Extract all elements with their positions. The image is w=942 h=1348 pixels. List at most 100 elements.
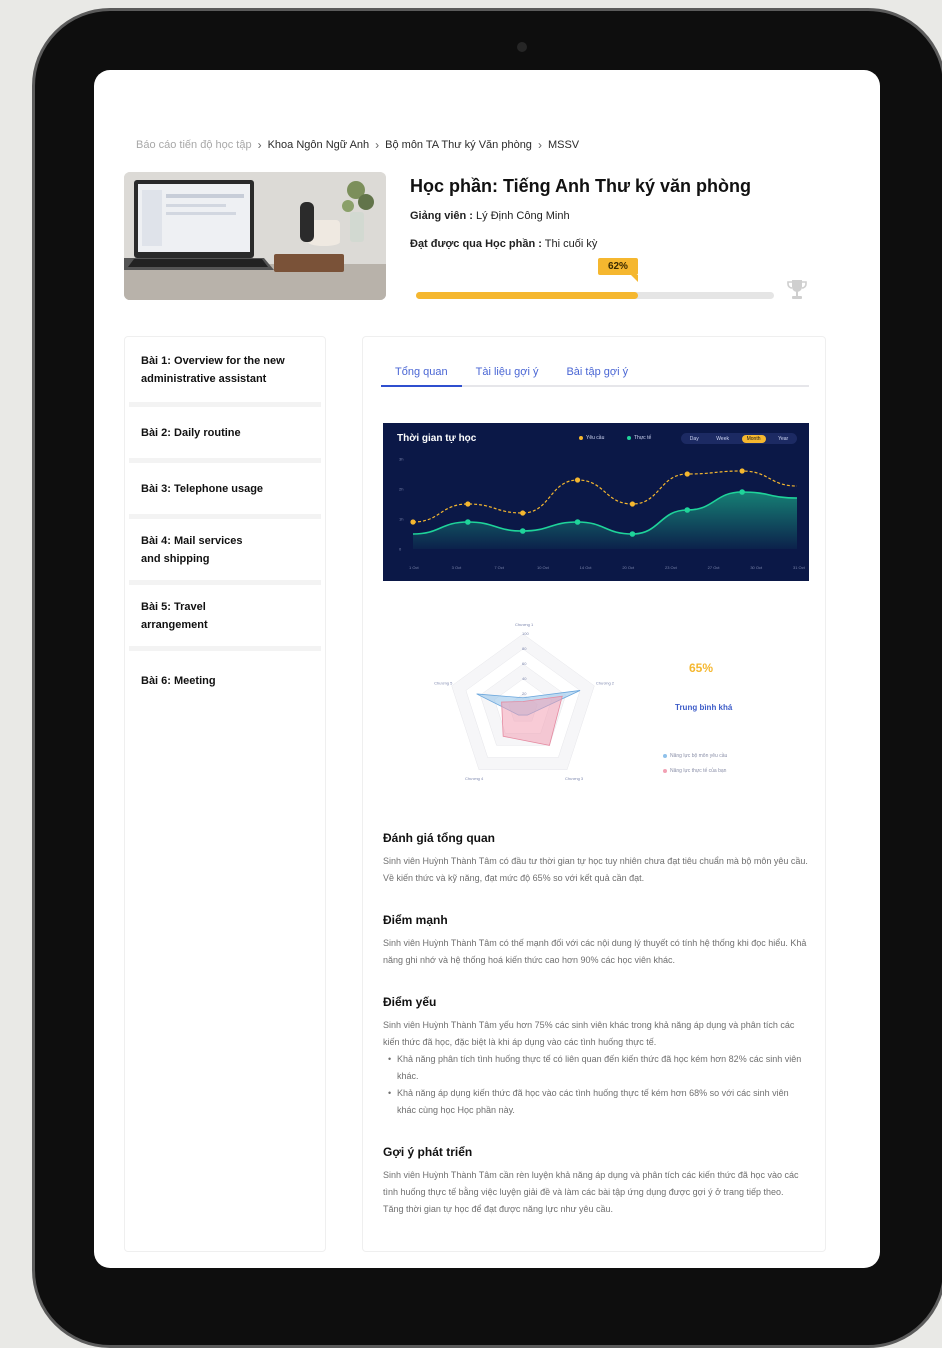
actual-area [413, 492, 797, 549]
lesson-label: Bài 5: Travel arrangement [141, 600, 208, 631]
achieve-label: Đạt được qua Học phần : [410, 238, 542, 250]
camera-dot [517, 42, 527, 52]
legend-label: Năng lực thực tế của bạn [670, 768, 727, 774]
x-tick-label: 14 Oct [580, 565, 593, 570]
legend-dot [663, 769, 667, 773]
radar-tick-label: 20 [522, 691, 527, 696]
tab-overview[interactable]: Tổng quan [381, 363, 462, 387]
lesson-item-4[interactable]: Bài 4: Mail services and shipping [129, 519, 321, 585]
y-tick-label: 3h [399, 457, 403, 462]
x-tick-label: 30 Oct [750, 565, 763, 570]
radar-axis-label: Chương 1 [515, 622, 534, 627]
required-point [629, 501, 636, 507]
required-point [574, 477, 581, 483]
radar-tick-label: 40 [522, 676, 527, 681]
radar-legend-required: Năng lực bộ môn yêu cầu [663, 753, 727, 759]
gauge-percent: 65% [689, 661, 714, 675]
achieve-row: Đạt được qua Học phần : Thi cuối kỳ [410, 238, 597, 250]
required-point [410, 519, 416, 525]
y-tick-label: 1h [399, 517, 403, 522]
required-point [520, 510, 526, 516]
chevron-right-icon: › [537, 138, 542, 152]
suggest-section: Sinh viên Huỳnh Thành Tâm cần rèn luyện … [383, 1167, 809, 1218]
radar-axis-label: Chương 5 [434, 681, 453, 686]
overview-body: Sinh viên Huỳnh Thành Tâm có đầu tư thời… [383, 856, 808, 883]
lesson-item-3[interactable]: Bài 3: Telephone usage [129, 463, 321, 519]
x-tick-label: 1 Oct [409, 565, 419, 570]
lecturer-name: Lý Định Công Minh [476, 210, 570, 222]
required-point [739, 468, 745, 474]
chevron-right-icon: › [375, 138, 380, 152]
breadcrumb-item[interactable]: MSSV [548, 139, 579, 151]
chevron-right-icon: › [257, 138, 262, 152]
lesson-item-2[interactable]: Bài 2: Daily routine [129, 407, 321, 463]
progress-fill [416, 292, 638, 299]
study-time-chart: Thời gian tự học Yêu cầu Thực tế Day Wee… [383, 423, 809, 581]
course-image [124, 172, 386, 300]
app-screen: Báo cáo tiến độ học tập › Khoa Ngôn Ngữ … [94, 70, 880, 1268]
report-panel: Tổng quan Tài liệu gợi ý Bài tập gợi ý T… [362, 336, 826, 1252]
y-tick-label: 2h [399, 487, 403, 492]
trophy-icon [787, 280, 807, 299]
actual-point [684, 507, 691, 513]
actual-point [629, 531, 636, 537]
lecturer-label: Giảng viên : [410, 210, 473, 222]
tab-exercises[interactable]: Bài tập gợi ý [552, 363, 642, 387]
list-item: Khả năng áp dụng kiến thức đã học vào cá… [383, 1085, 809, 1119]
suggest-title: Gợi ý phát triển [383, 1145, 473, 1159]
required-point [465, 501, 471, 507]
lecturer-row: Giảng viên : Lý Định Công Minh [410, 210, 570, 222]
breadcrumb-item[interactable]: Bộ môn TA Thư ký Văn phòng [385, 139, 532, 151]
x-tick-label: 7 Oct [494, 565, 504, 570]
progress-bar [416, 292, 774, 299]
x-tick-label: 10 Oct [537, 565, 550, 570]
tab-documents[interactable]: Tài liệu gợi ý [462, 363, 553, 387]
x-tick-label: 31 Oct [793, 565, 806, 570]
radar-chart: 20 40 60 80 100 Chương 1 Chương 2 Chương 3 Chươn… [434, 622, 615, 781]
strength-title: Điểm mạnh [383, 913, 448, 927]
lesson-label: Bài 2: Daily routine [141, 426, 241, 439]
list-item: Khả năng phân tích tình huống thực tế có… [383, 1051, 809, 1085]
lesson-label: Bài 4: Mail services and shipping [141, 534, 243, 565]
lesson-label: Bài 1: Overview for the new administrati… [141, 354, 285, 385]
suggest-body: Sinh viên Huỳnh Thành Tâm cần rèn luyện … [383, 1170, 799, 1197]
radar-axis-label: Chương 4 [465, 776, 484, 781]
required-point [684, 471, 690, 477]
breadcrumb: Báo cáo tiến độ học tập › Khoa Ngôn Ngữ … [136, 138, 579, 152]
weakness-section: Sinh viên Huỳnh Thành Tâm yếu hơn 75% cá… [383, 1017, 809, 1119]
lesson-item-6[interactable]: Bài 6: Meeting [129, 651, 321, 711]
progress-badge: 62% [597, 258, 638, 282]
radar-tick-label: 80 [522, 646, 527, 651]
radar-axis-label: Chương 3 [565, 776, 584, 781]
radar-legend-actual: Năng lực thực tế của bạn [663, 768, 726, 774]
line-chart-svg: 0 1h 2h 3h 1 Oct 3 Oct 7 Oct 10 Oct 14 Oct 20 Oct… [399, 457, 806, 571]
gauge-label: Trung bình khá [675, 703, 733, 712]
lesson-sidebar: Bài 1: Overview for the new administrati… [124, 336, 326, 1252]
actual-point [574, 519, 581, 525]
x-tick-label: 27 Oct [708, 565, 721, 570]
breadcrumb-item[interactable]: Khoa Ngôn Ngữ Anh [268, 139, 370, 151]
tab-bar: Tổng quan Tài liệu gợi ý Bài tập gợi ý [381, 363, 809, 387]
x-tick-label: 3 Oct [452, 565, 462, 570]
lesson-item-1[interactable]: Bài 1: Overview for the new administrati… [129, 337, 321, 407]
y-tick-label: 0 [399, 547, 402, 552]
actual-point [739, 489, 745, 495]
radar-axis-label: Chương 2 [596, 681, 615, 686]
course-title: Học phần: Tiếng Anh Thư ký văn phòng [410, 176, 752, 196]
weakness-body: Sinh viên Huỳnh Thành Tâm yếu hơn 75% cá… [383, 1020, 795, 1047]
overview-title: Đánh giá tổng quan [383, 831, 495, 845]
x-tick-label: 20 Oct [622, 565, 635, 570]
lesson-label: Bài 6: Meeting [141, 675, 216, 687]
legend-label: Năng lực bộ môn yêu cầu [670, 753, 728, 759]
lesson-label: Bài 3: Telephone usage [141, 482, 264, 495]
radar-tick-label: 60 [522, 661, 527, 666]
weakness-list: Khả năng phân tích tình huống thực tế có… [383, 1051, 809, 1119]
suggest-body-2: Tăng thời gian tự học để đạt được năng l… [383, 1204, 614, 1214]
lesson-item-5[interactable]: Bài 5: Travel arrangement [129, 585, 321, 651]
strength-body: Sinh viên Huỳnh Thành Tâm có thế mạnh đố… [383, 938, 807, 965]
x-tick-label: 23 Oct [665, 565, 678, 570]
actual-point [519, 528, 526, 534]
achieve-value: Thi cuối kỳ [544, 238, 598, 250]
weakness-title: Điểm yếu [383, 995, 437, 1009]
breadcrumb-item[interactable]: Báo cáo tiến độ học tập [136, 139, 252, 151]
